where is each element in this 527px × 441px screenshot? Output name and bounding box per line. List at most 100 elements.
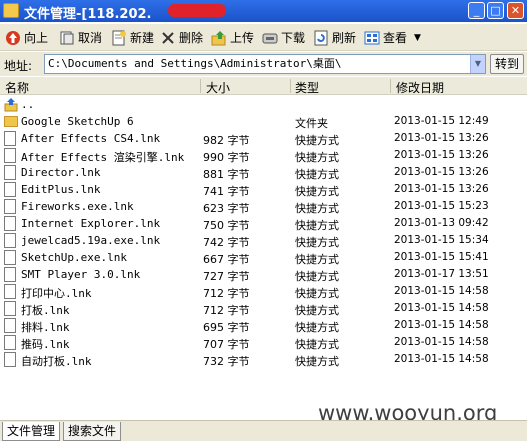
file-size: 667 字节 xyxy=(203,253,250,266)
file-name: jewelcad5.19a.exe.lnk xyxy=(21,234,161,247)
cancel-label: 取消 xyxy=(78,31,103,45)
file-type: 快捷方式 xyxy=(295,253,339,266)
column-header: 名称 大小 类型 修改日期 xyxy=(0,77,527,95)
file-size: 990 字节 xyxy=(203,151,250,164)
refresh-label: 刷新 xyxy=(332,31,357,45)
file-name: .. xyxy=(21,98,35,111)
address-bar: 地址: C:\Documents and Settings\Administra… xyxy=(0,52,527,76)
up-button[interactable]: 向上 xyxy=(5,27,48,48)
file-row[interactable]: 自动打板.lnk 732 字节 快捷方式 2013-01-15 14:58 xyxy=(0,351,527,368)
file-icon xyxy=(4,284,17,299)
file-type: 快捷方式 xyxy=(295,321,339,334)
cancel-button[interactable]: 取消 xyxy=(59,27,102,48)
file-size: 982 字节 xyxy=(203,134,250,147)
file-row[interactable]: SketchUp.exe.lnk 667 字节 快捷方式 2013-01-15 15:… xyxy=(0,249,527,266)
file-row[interactable]: Google SketchUp 6 文件夹 2013-01-15 12:49 xyxy=(0,113,527,130)
column-divider[interactable] xyxy=(390,79,391,93)
file-row[interactable]: 打印中心.lnk 712 字节 快捷方式 2013-01-15 14:58 xyxy=(0,283,527,300)
refresh-button[interactable]: 刷新 xyxy=(313,27,356,48)
column-name[interactable]: 名称 xyxy=(5,79,29,96)
up-label: 向上 xyxy=(24,31,49,45)
refresh-icon xyxy=(314,30,328,45)
address-label: 地址: xyxy=(4,59,33,73)
file-name: 排料.lnk xyxy=(21,321,70,334)
file-row[interactable]: Fireworks.exe.lnk 623 字节 快捷方式 2013-01-15 15… xyxy=(0,198,527,215)
file-size: 741 字节 xyxy=(203,185,250,198)
file-modified: 2013-01-15 13:26 xyxy=(394,183,489,195)
file-row[interactable]: Internet Explorer.lnk 750 字节 快捷方式 2013-01-1… xyxy=(0,215,527,232)
delete-icon xyxy=(162,31,174,44)
new-label: 新建 xyxy=(130,31,155,45)
file-modified: 2013-01-15 15:34 xyxy=(394,234,489,246)
file-modified: 2013-01-15 15:41 xyxy=(394,251,489,263)
file-modified: 2013-01-15 14:58 xyxy=(394,336,489,348)
file-modified: 2013-01-15 15:23 xyxy=(394,200,489,212)
go-button[interactable]: 转到 xyxy=(490,54,524,74)
delete-label: 删除 xyxy=(179,31,204,45)
file-row[interactable]: 推码.lnk 707 字节 快捷方式 2013-01-15 14:58 xyxy=(0,334,527,351)
file-name: 自动打板.lnk xyxy=(21,355,92,368)
download-button[interactable]: 下载 xyxy=(262,27,305,48)
column-modified[interactable]: 修改日期 xyxy=(396,79,444,96)
address-input[interactable]: C:\Documents and Settings\Administrator\… xyxy=(44,54,486,74)
upload-button[interactable]: 上传 xyxy=(211,27,254,48)
file-size: 750 字节 xyxy=(203,219,250,232)
column-divider[interactable] xyxy=(290,79,291,93)
file-type: 快捷方式 xyxy=(295,151,339,164)
file-type: 快捷方式 xyxy=(295,338,339,351)
tab-file-manager[interactable]: 文件管理 xyxy=(2,422,61,441)
column-size[interactable]: 大小 xyxy=(206,79,230,96)
file-row[interactable]: 打板.lnk 712 字节 快捷方式 2013-01-15 14:58 xyxy=(0,300,527,317)
view-button[interactable]: 查看 ▼ xyxy=(364,27,421,48)
file-type: 快捷方式 xyxy=(295,287,339,300)
download-label: 下载 xyxy=(281,31,306,45)
close-button[interactable]: ✕ xyxy=(507,2,524,19)
maximize-button[interactable]: □ xyxy=(487,2,504,19)
file-name: Internet Explorer.lnk xyxy=(21,217,161,230)
upload-label: 上传 xyxy=(230,31,255,45)
file-modified: 2013-01-15 14:58 xyxy=(394,285,489,297)
view-dropdown-icon[interactable]: ▼ xyxy=(414,33,421,43)
file-name: 打板.lnk xyxy=(21,304,70,317)
file-type: 快捷方式 xyxy=(295,355,339,368)
minimize-button[interactable]: _ xyxy=(468,2,485,19)
address-dropdown-icon[interactable]: ▼ xyxy=(470,55,485,73)
bottom-tab-bar: 文件管理 搜索文件 xyxy=(0,420,527,441)
file-row[interactable]: .. xyxy=(0,96,527,113)
file-icon xyxy=(4,301,17,316)
file-name: After Effects CS4.lnk xyxy=(21,132,161,145)
file-row[interactable]: SMT Player 3.0.lnk 727 字节 快捷方式 2013-01-17 1… xyxy=(0,266,527,283)
file-row[interactable]: Director.lnk 881 字节 快捷方式 2013-01-15 13:26 xyxy=(0,164,527,181)
file-size: 881 字节 xyxy=(203,168,250,181)
column-type[interactable]: 类型 xyxy=(295,79,319,96)
up-arrow-icon xyxy=(6,30,20,45)
toolbar: 向上 取消 新建 删除 上传 下载 刷新 查看 ▼ xyxy=(0,24,527,51)
file-row[interactable]: jewelcad5.19a.exe.lnk 742 字节 快捷方式 2013-01-1… xyxy=(0,232,527,249)
file-row[interactable]: After Effects CS4.lnk 982 字节 快捷方式 2013-01-1… xyxy=(0,130,527,147)
upload-icon xyxy=(211,30,226,45)
tab-search-files[interactable]: 搜索文件 xyxy=(63,422,122,441)
file-type: 快捷方式 xyxy=(295,168,339,181)
file-modified: 2013-01-15 13:26 xyxy=(394,132,489,144)
file-modified: 2013-01-15 14:58 xyxy=(394,302,489,314)
file-size: 732 字节 xyxy=(203,355,250,368)
file-size: 727 字节 xyxy=(203,270,250,283)
delete-button[interactable]: 删除 xyxy=(160,27,203,48)
file-name: 打印中心.lnk xyxy=(21,287,92,300)
file-icon xyxy=(4,148,17,163)
file-modified: 2013-01-15 14:58 xyxy=(394,319,489,331)
file-row[interactable]: After Effects 渲染引擎.lnk 990 字节 快捷方式 2013-01-… xyxy=(0,147,527,164)
file-name: Fireworks.exe.lnk xyxy=(21,200,134,213)
column-divider[interactable] xyxy=(200,79,201,93)
file-row[interactable]: EditPlus.lnk 741 字节 快捷方式 2013-01-15 13:26 xyxy=(0,181,527,198)
file-type: 快捷方式 xyxy=(295,270,339,283)
view-label: 查看 xyxy=(383,31,408,45)
new-file-icon xyxy=(112,30,126,45)
file-row[interactable]: 排料.lnk 695 字节 快捷方式 2013-01-15 14:58 xyxy=(0,317,527,334)
new-button[interactable]: 新建 xyxy=(111,27,154,48)
cancel-icon xyxy=(60,31,74,44)
file-type: 快捷方式 xyxy=(295,219,339,232)
file-type: 快捷方式 xyxy=(295,134,339,147)
parent-folder-icon xyxy=(4,97,18,112)
file-list: 名称 大小 类型 修改日期 .. Google SketchUp 6 文件夹 2013… xyxy=(0,77,527,420)
